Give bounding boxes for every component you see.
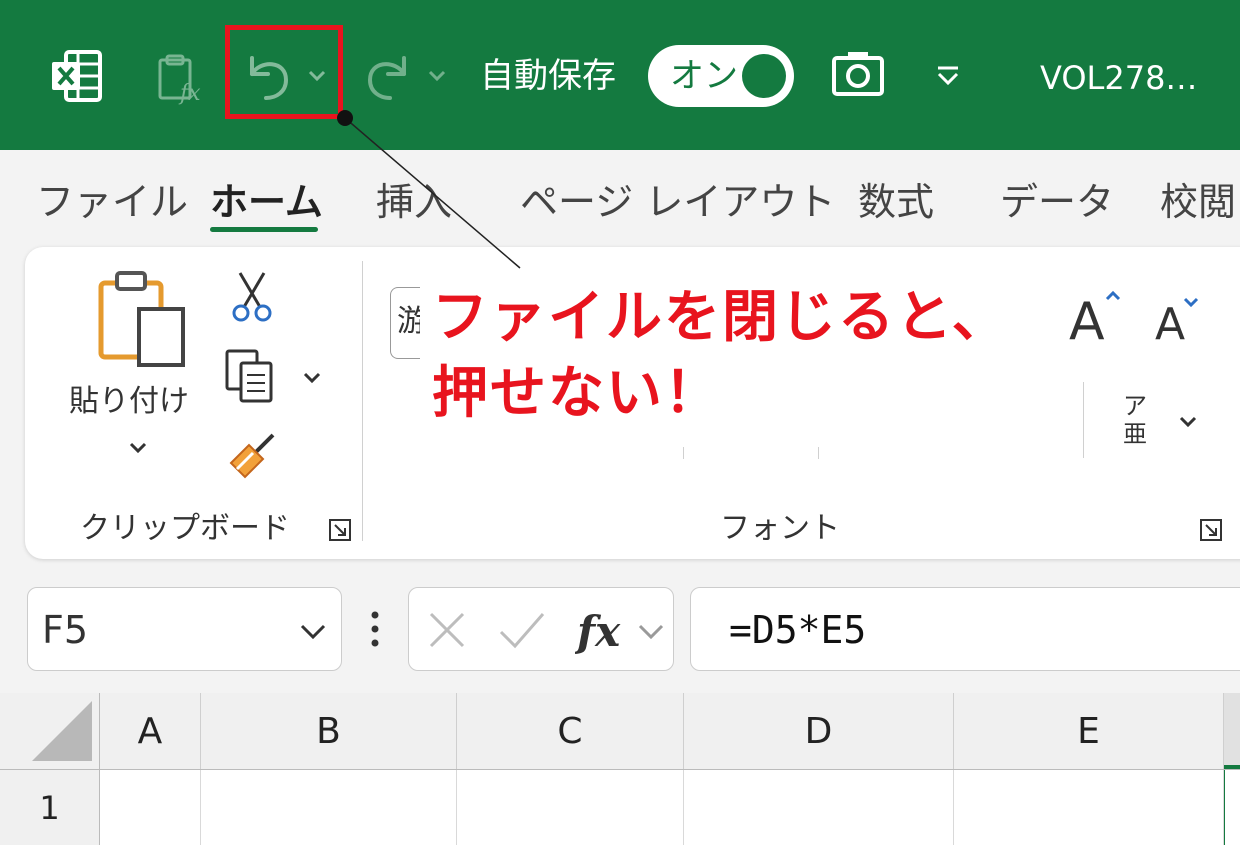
callout-text: ファイルを閉じると、 押せない！ (432, 280, 1072, 432)
callout-line-1: ファイルを閉じると、 (432, 285, 1010, 350)
callout-line-2: 押せない！ (432, 361, 722, 426)
